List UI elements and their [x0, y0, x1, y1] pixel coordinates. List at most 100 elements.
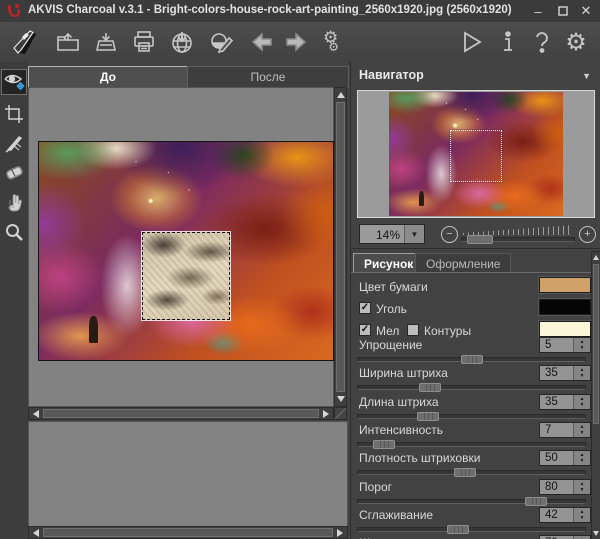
- scroll-right-icon[interactable]: [323, 410, 329, 418]
- parameter-slider[interactable]: [357, 497, 586, 506]
- spin-down-icon[interactable]: ▼: [580, 374, 585, 379]
- slider-handle[interactable]: [447, 525, 469, 534]
- parameter-spinbox[interactable]: 42 ▲ ▼: [539, 507, 591, 523]
- spinner-arrows-icon[interactable]: ▲ ▼: [573, 395, 590, 409]
- spin-up-icon[interactable]: ▲: [580, 482, 585, 487]
- scroll-down-icon[interactable]: [337, 396, 345, 402]
- spin-up-icon[interactable]: ▲: [580, 453, 585, 458]
- save-image-button[interactable]: [90, 26, 122, 58]
- navigator-header[interactable]: Навигатор ▼: [351, 64, 600, 86]
- help-button[interactable]: [526, 26, 558, 58]
- parameter-spinbox[interactable]: 5 ▲ ▼: [539, 337, 591, 353]
- slider-handle[interactable]: [417, 412, 439, 421]
- spin-down-icon[interactable]: ▼: [580, 516, 585, 521]
- settings-scrollbar[interactable]: [591, 251, 600, 539]
- spin-down-icon[interactable]: ▼: [580, 431, 585, 436]
- navigator-thumbnail[interactable]: [389, 92, 563, 216]
- spinner-arrows-icon[interactable]: ▲ ▼: [573, 366, 590, 380]
- image-viewport[interactable]: [28, 87, 334, 407]
- spin-up-icon[interactable]: ▲: [580, 510, 585, 515]
- spin-down-icon[interactable]: ▼: [580, 459, 585, 464]
- run-button[interactable]: [455, 26, 487, 58]
- navigator-collapse-icon[interactable]: ▼: [582, 71, 591, 81]
- zoom-out-button[interactable]: −: [441, 226, 458, 243]
- scroll-left-icon[interactable]: [33, 410, 39, 418]
- preferences-button[interactable]: ⚙: [560, 26, 592, 58]
- spin-down-icon[interactable]: ▼: [580, 403, 585, 408]
- zoom-in-button[interactable]: +: [579, 226, 596, 243]
- eraser-tool[interactable]: [2, 159, 26, 183]
- spin-up-icon[interactable]: ▲: [580, 340, 585, 345]
- open-image-button[interactable]: [52, 26, 84, 58]
- parameter-slider[interactable]: [357, 355, 586, 364]
- share-image-button[interactable]: [206, 26, 238, 58]
- settings-scroll-thumb[interactable]: [593, 264, 599, 424]
- parameter-spinbox[interactable]: 35 ▲ ▼: [539, 365, 591, 381]
- zoom-combobox[interactable]: 14% ▼: [359, 224, 425, 244]
- zoom-tool[interactable]: [2, 220, 26, 244]
- horizontal-scrollbar[interactable]: [28, 407, 334, 420]
- import-from-web-button[interactable]: [166, 26, 198, 58]
- vertical-scroll-thumb[interactable]: [336, 102, 345, 392]
- spinner-arrows-icon[interactable]: ▲ ▼: [573, 451, 590, 465]
- slider-handle[interactable]: [373, 440, 395, 449]
- horizontal-scroll-thumb[interactable]: [43, 409, 319, 418]
- slider-handle[interactable]: [525, 497, 547, 506]
- slider-handle[interactable]: [454, 468, 476, 477]
- bottom-horizontal-scrollbar[interactable]: [28, 526, 348, 539]
- parameter-spinbox[interactable]: 80 ▲ ▼: [539, 479, 591, 495]
- spin-down-icon[interactable]: ▼: [580, 346, 585, 351]
- previous-image-button[interactable]: [246, 26, 278, 58]
- parameter-slider[interactable]: [357, 412, 586, 421]
- tab-before[interactable]: До: [28, 66, 188, 87]
- parameter-spinbox[interactable]: 50 ▲ ▼: [539, 450, 591, 466]
- charcoal-checkbox[interactable]: ✓: [359, 302, 371, 314]
- charcoal-preview-square[interactable]: [142, 232, 230, 320]
- tab-decoration[interactable]: Оформление: [415, 253, 511, 273]
- quick-preview-tool[interactable]: [2, 70, 26, 94]
- title-bar[interactable]: AKVIS Charcoal v.3.1 - Bright-colors-hou…: [0, 0, 600, 23]
- spinner-arrows-icon[interactable]: ▲ ▼: [573, 338, 590, 352]
- scroll-down-icon[interactable]: [593, 531, 599, 536]
- maximize-button[interactable]: [553, 2, 573, 20]
- vertical-scrollbar[interactable]: [334, 87, 347, 407]
- chalk-color-swatch[interactable]: [539, 321, 591, 337]
- scroll-up-icon[interactable]: [337, 92, 345, 98]
- scroll-left-icon[interactable]: [33, 529, 39, 537]
- zoom-dropdown-icon[interactable]: ▼: [404, 225, 424, 243]
- parameter-slider[interactable]: [357, 525, 586, 534]
- chalk-checkbox[interactable]: ✓: [359, 324, 371, 336]
- tab-drawing[interactable]: Рисунок: [353, 253, 424, 273]
- parameter-spinbox[interactable]: 70 ▲ ▼: [539, 535, 591, 539]
- charcoal-color-swatch[interactable]: [539, 299, 591, 315]
- spin-up-icon[interactable]: ▲: [580, 425, 585, 430]
- batch-processing-button[interactable]: ⚙ ⚙: [316, 26, 348, 58]
- print-button[interactable]: [128, 26, 160, 58]
- tab-after[interactable]: После: [187, 66, 349, 87]
- minimize-button[interactable]: –: [528, 2, 548, 20]
- scroll-up-icon[interactable]: [593, 255, 599, 260]
- scroll-right-icon[interactable]: [337, 529, 343, 537]
- bottom-horizontal-scroll-thumb[interactable]: [43, 528, 333, 537]
- slider-track[interactable]: [357, 385, 586, 390]
- paper-color-swatch[interactable]: [539, 277, 591, 293]
- slider-track[interactable]: [357, 527, 586, 532]
- spinner-arrows-icon[interactable]: ▲ ▼: [573, 480, 590, 494]
- parameter-spinbox[interactable]: 35 ▲ ▼: [539, 394, 591, 410]
- spin-up-icon[interactable]: ▲: [580, 368, 585, 373]
- zoom-slider-handle[interactable]: [467, 235, 493, 244]
- slider-track[interactable]: [357, 414, 586, 419]
- slider-handle[interactable]: [461, 355, 483, 364]
- contours-checkbox[interactable]: [407, 324, 419, 336]
- info-button[interactable]: [492, 26, 524, 58]
- spinner-arrows-icon[interactable]: ▲ ▼: [573, 508, 590, 522]
- slider-track[interactable]: [357, 499, 586, 504]
- spin-up-icon[interactable]: ▲: [580, 397, 585, 402]
- parameter-slider[interactable]: [357, 383, 586, 392]
- slider-handle[interactable]: [419, 383, 441, 392]
- next-image-button[interactable]: [280, 26, 312, 58]
- close-button[interactable]: ✕: [576, 2, 596, 20]
- parameter-slider[interactable]: [357, 468, 586, 477]
- parameter-slider[interactable]: [357, 440, 586, 449]
- parameter-spinbox[interactable]: 7 ▲ ▼: [539, 422, 591, 438]
